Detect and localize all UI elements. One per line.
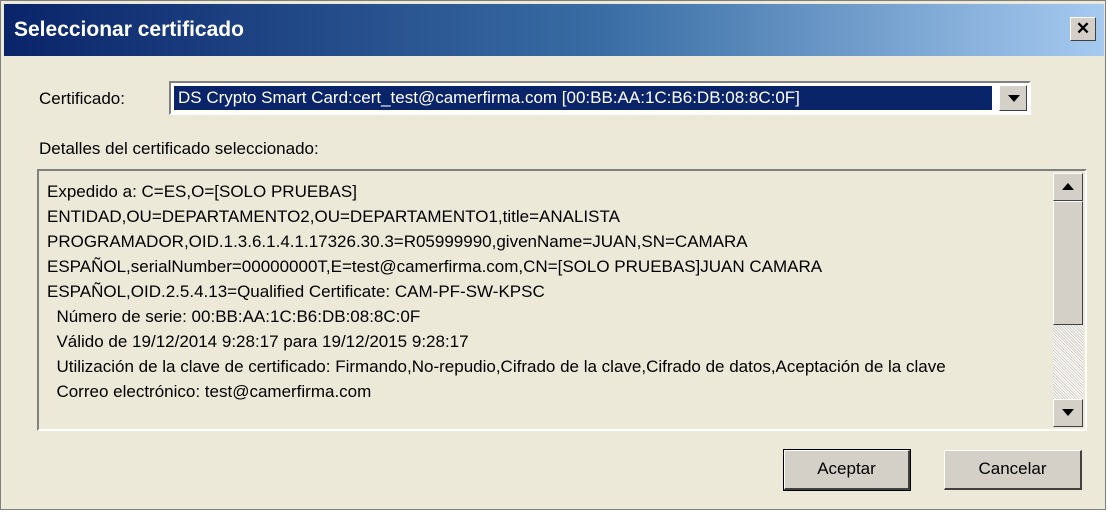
certificate-dialog: Seleccionar certificado ✕ Certificado: D… xyxy=(0,0,1106,510)
details-line: Expedido a: C=ES,O=[SOLO PRUEBAS] xyxy=(47,182,357,201)
cancel-button[interactable]: Cancelar xyxy=(944,450,1082,490)
details-line: Válido de 19/12/2014 9:28:17 para 19/12/… xyxy=(47,332,469,351)
certificate-select[interactable]: DS Crypto Smart Card:cert_test@camerfirm… xyxy=(169,81,1031,115)
details-scrollbar[interactable] xyxy=(1053,173,1083,427)
close-icon: ✕ xyxy=(1075,19,1091,38)
details-line: Utilización de la clave de certificado: … xyxy=(47,357,946,376)
details-line: ENTIDAD,OU=DEPARTAMENTO2,OU=DEPARTAMENTO… xyxy=(47,207,620,226)
details-line: ESPAÑOL,OID.2.5.4.13=Qualified Certifica… xyxy=(47,282,545,301)
close-button[interactable]: ✕ xyxy=(1070,17,1096,41)
details-line: ESPAÑOL,serialNumber=00000000T,E=test@ca… xyxy=(47,257,823,276)
details-line: PROGRAMADOR,OID.1.3.6.1.4.1.17326.30.3=R… xyxy=(47,232,748,251)
certificate-select-value: DS Crypto Smart Card:cert_test@camerfirm… xyxy=(173,85,993,111)
dialog-title: Seleccionar certificado xyxy=(14,18,244,41)
certificate-details-text: Expedido a: C=ES,O=[SOLO PRUEBAS] ENTIDA… xyxy=(47,179,1045,404)
title-bar: Seleccionar certificado ✕ xyxy=(4,4,1104,56)
scroll-up-arrow-icon[interactable] xyxy=(1053,173,1083,201)
accept-button[interactable]: Aceptar xyxy=(783,449,911,491)
certificate-details-textarea[interactable]: Expedido a: C=ES,O=[SOLO PRUEBAS] ENTIDA… xyxy=(37,169,1087,431)
details-line: Número de serie: 00:BB:AA:1C:B6:DB:08:8C… xyxy=(47,307,421,326)
chevron-down-icon[interactable] xyxy=(999,85,1027,111)
scroll-down-arrow-icon[interactable] xyxy=(1053,399,1083,427)
details-line: Correo electrónico: test@camerfirma.com xyxy=(47,382,372,401)
certificate-label: Certificado: xyxy=(39,89,125,108)
scrollbar-thumb[interactable] xyxy=(1053,201,1083,325)
details-label: Detalles del certificado seleccionado: xyxy=(39,139,319,158)
